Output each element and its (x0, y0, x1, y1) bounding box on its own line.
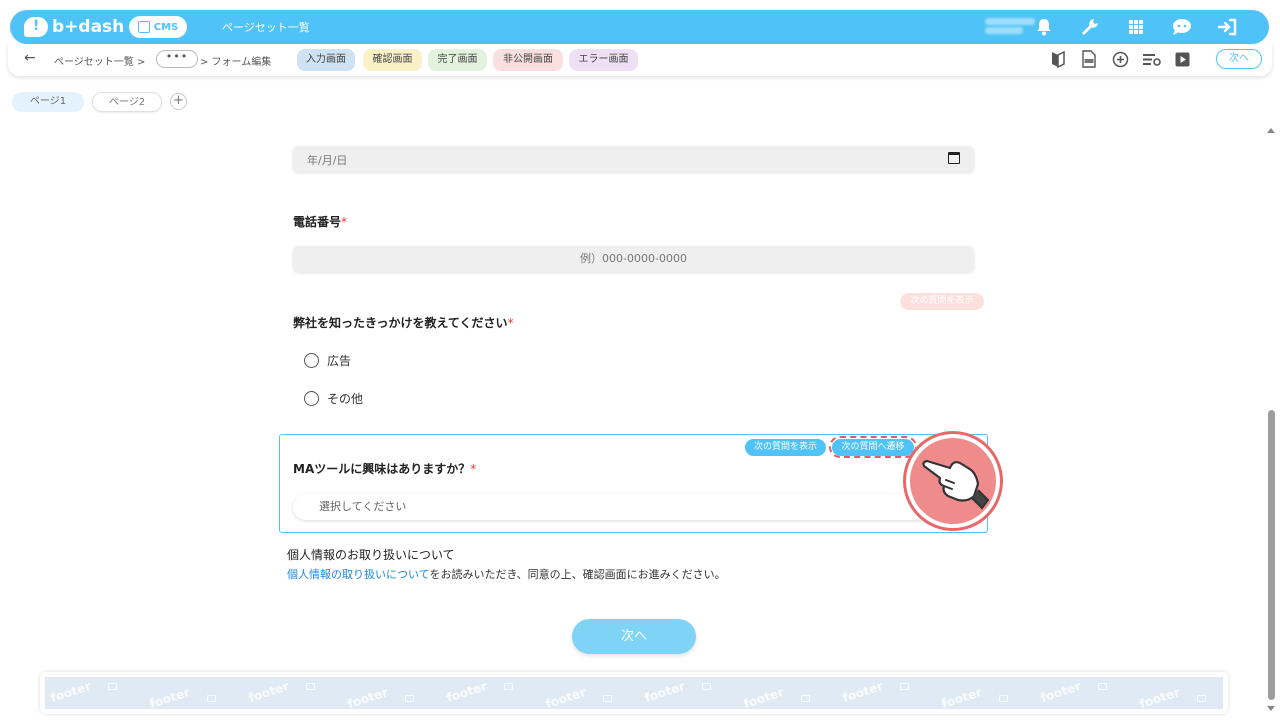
image-placeholder-icon (108, 683, 117, 690)
image-placeholder-icon (1197, 695, 1206, 702)
breadcrumb-bar: ← ページセット一覧 > ••• > フォーム編集 入力画面 確認画面 完了画面… (8, 44, 1272, 76)
page-tab-1[interactable]: ページ1 (12, 92, 84, 112)
image-placeholder-icon (1098, 683, 1107, 690)
image-placeholder-icon (405, 695, 414, 702)
footer-watermark-text: footer (246, 678, 291, 706)
calendar-icon[interactable] (948, 152, 960, 164)
header-title: ページセット一覧 (222, 21, 310, 34)
play-icon[interactable] (1172, 48, 1192, 70)
settings-list-icon[interactable] (1141, 48, 1161, 70)
add-circle-icon[interactable] (1110, 48, 1130, 70)
document-icon (137, 21, 150, 33)
footer-watermark-text: footer (939, 684, 984, 709)
footer-watermark-text: footer (741, 684, 786, 709)
ma-select-dropdown[interactable]: 選択してください (293, 494, 933, 520)
beginner-mark-icon[interactable] (1048, 48, 1068, 70)
privacy-text: 個人情報の取り扱いについてをお読みいただき、同意の上、確認画面にお進みください。 (287, 568, 726, 581)
source-question-label: 弊社を知ったきっかけを教えてください* (293, 316, 514, 330)
footer-watermark-text: footer (543, 684, 588, 709)
footer-watermark-text: footer (345, 684, 390, 709)
phone-input[interactable]: 例）000-0000-0000 (293, 246, 974, 272)
radio-circle-icon[interactable] (304, 391, 319, 406)
chat-face-icon[interactable] (1169, 14, 1195, 40)
image-placeholder-icon (801, 695, 810, 702)
cms-button[interactable]: CMS (129, 16, 187, 38)
footer-watermark-text: footer (840, 678, 885, 706)
radio-option-ad[interactable]: 広告 (304, 352, 351, 369)
next-button[interactable]: 次へ (572, 619, 696, 654)
footer-watermark-text: footer (147, 684, 192, 709)
image-placeholder-icon (900, 683, 909, 690)
footer-watermark-text: footer (48, 678, 93, 706)
pointing-hand-icon (906, 434, 1000, 528)
footer-watermark-text: footer (1137, 684, 1182, 709)
tab-error-screen[interactable]: エラー画面 (569, 49, 638, 71)
cms-label: CMS (153, 21, 179, 33)
image-placeholder-icon (207, 695, 216, 702)
tab-complete-screen[interactable]: 完了画面 (428, 49, 487, 71)
radio-option-other[interactable]: その他 (304, 390, 363, 407)
footer-pattern: footer footer footer footer footer footer foot… (45, 677, 1223, 709)
footer-watermark-text: footer (1038, 678, 1083, 706)
image-placeholder-icon (999, 695, 1008, 702)
tab-input-screen[interactable]: 入力画面 (297, 49, 355, 71)
bdash-logo[interactable]: b+dash (24, 15, 124, 39)
privacy-policy-link[interactable]: 個人情報の取り扱いについて (287, 568, 429, 581)
scroll-down-arrow-icon[interactable] (1267, 706, 1275, 711)
back-arrow-icon[interactable]: ← (24, 50, 36, 66)
footer-placeholder[interactable]: footer footer footer footer footer footer foot… (40, 672, 1228, 714)
logout-icon[interactable] (1215, 14, 1241, 40)
page-tab-2[interactable]: ページ2 (92, 92, 162, 112)
footer-watermark-text: footer (642, 678, 687, 706)
tab-confirm-screen[interactable]: 確認画面 (363, 49, 422, 71)
html-file-icon[interactable] (1079, 48, 1099, 70)
add-page-button[interactable]: + (170, 93, 187, 110)
date-input[interactable]: 年/月/日 (293, 146, 974, 172)
radio-circle-icon[interactable] (304, 353, 319, 368)
bell-icon[interactable] (1031, 14, 1057, 40)
breadcrumb-root[interactable]: ページセット一覧 > (54, 53, 145, 68)
scroll-up-arrow-icon[interactable] (1267, 128, 1275, 133)
footer-watermark-text: footer (444, 678, 489, 706)
scrollbar-thumb[interactable] (1268, 410, 1275, 700)
highlight-dashed-outline (829, 436, 917, 458)
date-placeholder: 年/月/日 (307, 154, 348, 167)
tab-private-screen[interactable]: 非公開画面 (493, 49, 563, 71)
image-placeholder-icon (702, 683, 711, 690)
logo-text: b+dash (52, 17, 125, 37)
top-header: b+dash CMS ページセット一覧 (10, 10, 1269, 44)
wrench-icon[interactable] (1077, 14, 1103, 40)
show-next-question-badge-faded[interactable]: 次の質問を表示 (900, 293, 984, 310)
grid-icon[interactable] (1123, 14, 1149, 40)
ma-question-label: MAツールに興味はありますか？* (293, 462, 477, 476)
privacy-title: 個人情報のお取り扱いについて (287, 548, 455, 562)
breadcrumb-more-button[interactable]: ••• (156, 50, 198, 68)
header-next-button[interactable]: 次へ (1216, 49, 1262, 69)
show-next-question-badge[interactable]: 次の質問を表示 (745, 439, 826, 456)
image-placeholder-icon (306, 683, 315, 690)
image-placeholder-icon (504, 683, 513, 690)
phone-label: 電話番号* (293, 215, 348, 229)
logo-bubble-icon (24, 17, 48, 37)
breadcrumb-current: > フォーム編集 (200, 57, 272, 68)
image-placeholder-icon (603, 695, 612, 702)
